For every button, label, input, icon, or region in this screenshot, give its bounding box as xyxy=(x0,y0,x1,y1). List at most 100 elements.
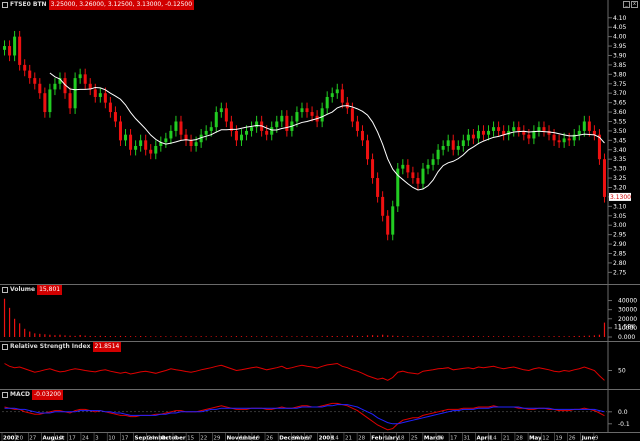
candle-body xyxy=(190,140,193,146)
price-tick-label: 3.05 xyxy=(613,213,627,220)
candle-body xyxy=(326,97,329,108)
price-tick-label: 3.60 xyxy=(613,109,627,116)
price-tick-label: 2.75 xyxy=(613,269,627,276)
candle-body xyxy=(462,140,465,146)
candle-body xyxy=(114,112,117,121)
candle-body xyxy=(421,169,424,184)
price-tick-label: 3.40 xyxy=(613,147,627,154)
moving-average-line xyxy=(50,73,605,190)
candle-body xyxy=(74,78,77,108)
time-label: 19 xyxy=(253,436,260,441)
candle-body xyxy=(33,78,36,84)
candle-body xyxy=(119,121,122,140)
rsi-chart[interactable]: 50 xyxy=(0,342,640,389)
candle-body xyxy=(356,121,359,130)
time-label: 22 xyxy=(200,436,207,441)
time-label: June xyxy=(581,436,596,441)
time-label: 3 xyxy=(95,436,99,441)
price-chart[interactable]: 4.104.054.003.953.903.853.803.753.703.65… xyxy=(0,0,640,284)
time-label: 14 xyxy=(332,436,339,441)
candle-body xyxy=(23,65,26,71)
candle-body xyxy=(563,138,566,142)
price-tick-label: 3.70 xyxy=(613,90,627,97)
candle-body xyxy=(306,108,309,112)
candle-body xyxy=(179,121,182,134)
candle-body xyxy=(43,93,46,112)
candle-body xyxy=(79,74,82,78)
price-tick-label: 2.80 xyxy=(613,260,627,267)
volume-chart[interactable]: 400003000020000100000.00011.58K xyxy=(0,285,640,341)
time-label: 19 xyxy=(555,436,562,441)
candle-body xyxy=(220,108,223,112)
time-label: 17 xyxy=(69,436,76,441)
candle-body xyxy=(351,108,354,121)
time-label: 24 xyxy=(82,436,89,441)
volume-panel: Volume 15,801 400003000020000100000.0001… xyxy=(0,284,640,342)
time-label: 14 xyxy=(490,436,497,441)
candle-body xyxy=(129,135,132,150)
candle-body xyxy=(109,103,112,112)
time-label: May xyxy=(529,436,542,441)
candle-body xyxy=(537,127,540,131)
macd-signal-line xyxy=(5,405,605,424)
rsi-line xyxy=(5,364,605,381)
time-label: 9 xyxy=(595,436,599,441)
candle-body xyxy=(442,146,445,150)
candle-body xyxy=(467,135,470,141)
time-label: 26 xyxy=(569,436,576,441)
candle-body xyxy=(225,108,228,121)
time-label: 10 xyxy=(292,436,299,441)
price-tick-label: 3.65 xyxy=(613,100,627,107)
candle-body xyxy=(341,89,344,102)
candle-body xyxy=(568,138,571,140)
candle-body xyxy=(275,121,278,127)
time-label: 26 xyxy=(266,436,273,441)
candle-body xyxy=(300,108,303,112)
rsi-tick-label: 50 xyxy=(618,368,626,375)
macd-chart[interactable]: 0.0-0.1 xyxy=(0,390,640,432)
candle-body xyxy=(18,37,21,65)
price-tick-label: 3.35 xyxy=(613,156,627,163)
candle-body xyxy=(280,116,283,122)
candle-body xyxy=(69,93,72,108)
candle-body xyxy=(416,178,419,184)
candle-body xyxy=(285,116,288,131)
candle-body xyxy=(401,165,404,169)
macd-tick-label: 0.0 xyxy=(618,409,628,416)
price-tick-label: 4.00 xyxy=(613,34,627,41)
candle-body xyxy=(527,135,530,139)
candle-body xyxy=(331,93,334,97)
last-price-tag: 3.1300 xyxy=(610,194,631,201)
candle-body xyxy=(250,127,253,131)
candle-body xyxy=(215,112,218,127)
price-tick-label: 3.30 xyxy=(613,166,627,173)
price-tick-label: 4.10 xyxy=(613,15,627,22)
time-label: 31 xyxy=(463,436,470,441)
candle-body xyxy=(427,165,430,169)
candle-body xyxy=(542,127,545,131)
price-tick-label: 3.75 xyxy=(613,81,627,88)
time-label: 17 xyxy=(121,436,128,441)
price-tick-label: 3.20 xyxy=(613,184,627,191)
time-label: 21 xyxy=(503,436,510,441)
candle-body xyxy=(578,131,581,135)
candle-body xyxy=(583,121,586,130)
candle-body xyxy=(99,93,102,97)
candle-body xyxy=(53,84,56,90)
candle-body xyxy=(8,46,11,55)
candle-body xyxy=(210,127,213,131)
candle-body xyxy=(154,146,157,154)
candle-body xyxy=(134,146,137,150)
candle-body xyxy=(169,131,172,139)
candle-body xyxy=(235,131,238,140)
time-label: 10 xyxy=(108,436,115,441)
price-tick-label: 2.90 xyxy=(613,241,627,248)
candle-body xyxy=(28,71,31,79)
candle-body xyxy=(3,46,6,50)
price-tick-label: 2.95 xyxy=(613,232,627,239)
candle-body xyxy=(311,112,314,116)
candle-body xyxy=(265,131,268,135)
candle-body xyxy=(371,159,374,178)
price-tick-label: 3.95 xyxy=(613,43,627,50)
volume-tick-label: 30000 xyxy=(618,307,637,314)
